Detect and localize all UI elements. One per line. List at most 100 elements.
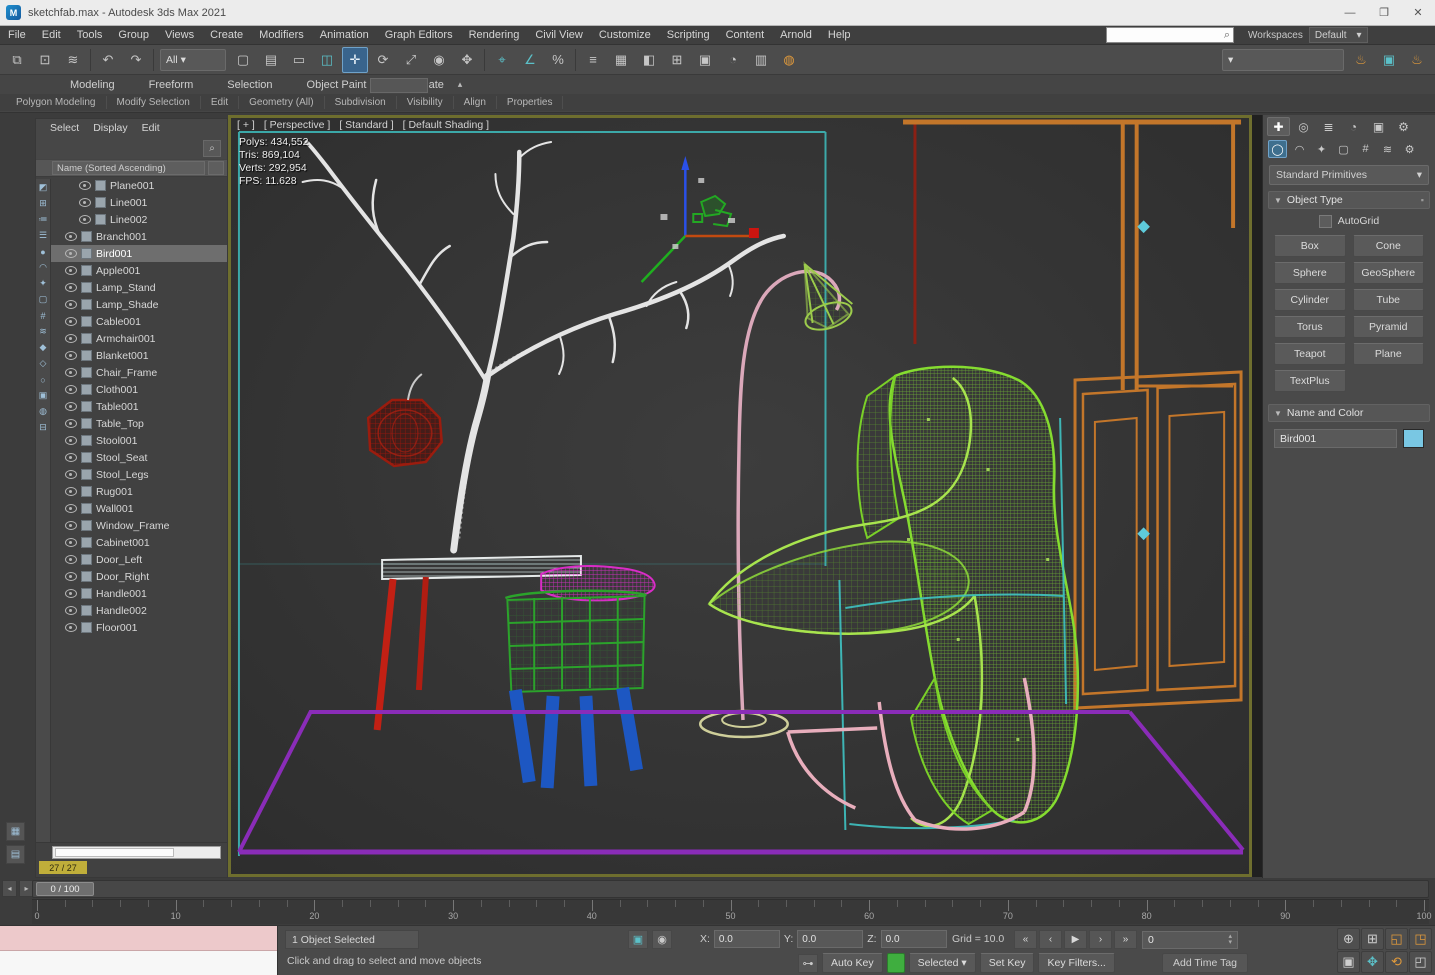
- snaps-toggle[interactable]: ⌖: [489, 47, 515, 73]
- explorer-filter-geometry[interactable]: ●: [37, 245, 50, 258]
- render-production[interactable]: ♨: [1404, 47, 1430, 73]
- explorer-row-stool_seat[interactable]: Stool_Seat: [51, 449, 227, 466]
- maximize-viewport-toggle-button[interactable]: ◰: [1409, 951, 1432, 973]
- ribbon-tab-object-paint[interactable]: Object Paint: [307, 79, 367, 91]
- explorer-row-plane001[interactable]: Plane001: [51, 177, 227, 194]
- maxscript-mini-listener[interactable]: [0, 926, 278, 975]
- add-time-tag-button[interactable]: Add Time Tag: [1162, 953, 1249, 973]
- explorer-row-lamp_shade[interactable]: Lamp_Shade: [51, 296, 227, 313]
- visibility-eye-icon[interactable]: [65, 589, 77, 598]
- rectangular-selection-region[interactable]: ▭: [286, 47, 312, 73]
- ribbon-tab-modeling[interactable]: Modeling: [70, 79, 115, 91]
- ribbon-tab-freeform[interactable]: Freeform: [149, 79, 194, 91]
- tab-display[interactable]: ▣: [1367, 117, 1390, 136]
- ribbon-tab-selection[interactable]: Selection: [227, 79, 272, 91]
- object-type-rollout-header[interactable]: ▼ Object Type ▪: [1268, 191, 1430, 209]
- ribbon-panel-subdivision[interactable]: Subdivision: [325, 96, 397, 109]
- visibility-eye-icon[interactable]: [65, 351, 77, 360]
- visibility-eye-icon[interactable]: [65, 368, 77, 377]
- menu-content[interactable]: Content: [718, 26, 773, 44]
- previous-frame-button[interactable]: ‹: [1039, 930, 1062, 949]
- visibility-eye-icon[interactable]: [65, 555, 77, 564]
- ribbon-panel-geometry-all-[interactable]: Geometry (All): [239, 96, 325, 109]
- visibility-eye-icon[interactable]: [79, 198, 91, 207]
- visibility-eye-icon[interactable]: [65, 334, 77, 343]
- explorer-filter-lights[interactable]: ✦: [37, 277, 50, 290]
- rendered-frame-window[interactable]: ▣: [1376, 47, 1402, 73]
- visibility-eye-icon[interactable]: [65, 504, 77, 513]
- explorer-row-cloth001[interactable]: Cloth001: [51, 381, 227, 398]
- primitive-button-sphere[interactable]: Sphere: [1274, 262, 1346, 284]
- primitive-button-cylinder[interactable]: Cylinder: [1274, 289, 1346, 311]
- set-key-button[interactable]: Set Key: [979, 953, 1035, 973]
- name-color-rollout-header[interactable]: ▼ Name and Color: [1268, 404, 1430, 422]
- autogrid-checkbox[interactable]: [1318, 214, 1332, 228]
- go-to-start-button[interactable]: «: [1014, 930, 1037, 949]
- select-and-manipulate[interactable]: ✥: [454, 47, 480, 73]
- viewport-scene-svg[interactable]: [231, 118, 1249, 874]
- coord-field-z[interactable]: 0.0: [880, 930, 947, 948]
- tab-utilities[interactable]: ⚙: [1392, 117, 1415, 136]
- isolate-selection-toggle[interactable]: ▣: [628, 930, 648, 949]
- zoom-region-button[interactable]: ▣: [1337, 951, 1360, 973]
- go-to-end-button[interactable]: »: [1114, 930, 1137, 949]
- primitive-button-geosphere[interactable]: GeoSphere: [1352, 262, 1424, 284]
- primitive-button-cone[interactable]: Cone: [1352, 235, 1424, 257]
- select-by-name[interactable]: ▤: [258, 47, 284, 73]
- orbit-viewport-button[interactable]: ⟲: [1385, 951, 1408, 973]
- menu-views[interactable]: Views: [157, 26, 202, 44]
- docked-panel-icon-1[interactable]: ▦: [6, 822, 25, 841]
- explorer-filter-materials[interactable]: ◍: [37, 405, 50, 418]
- explorer-row-table_top[interactable]: Table_Top: [51, 415, 227, 432]
- menu-create[interactable]: Create: [202, 26, 251, 44]
- menu-rendering[interactable]: Rendering: [461, 26, 528, 44]
- selection-filter-dropdown[interactable]: All ▾: [160, 48, 226, 71]
- explorer-search-icon[interactable]: ⌕: [203, 139, 221, 157]
- object-color-swatch[interactable]: [1403, 429, 1424, 448]
- toggle-scene-explorer[interactable]: ⊞: [664, 47, 690, 73]
- menu-scripting[interactable]: Scripting: [659, 26, 718, 44]
- ribbon-collapse-icon[interactable]: ▴: [452, 78, 468, 91]
- render-setup[interactable]: ♨: [1348, 47, 1374, 73]
- visibility-eye-icon[interactable]: [65, 453, 77, 462]
- tab-modify[interactable]: ◎: [1292, 117, 1315, 136]
- ribbon-panel-modify-selection[interactable]: Modify Selection: [107, 96, 201, 109]
- ribbon-panel-edit[interactable]: Edit: [201, 96, 240, 109]
- visibility-eye-icon[interactable]: [79, 181, 91, 190]
- explorer-filter-frozen[interactable]: ⊟: [37, 421, 50, 434]
- visibility-eye-icon[interactable]: [79, 215, 91, 224]
- visibility-eye-icon[interactable]: [65, 300, 77, 309]
- explorer-row-table001[interactable]: Table001: [51, 398, 227, 415]
- track-bar-ruler[interactable]: 0 10 20 30 40 50 60 70 80 90 100: [32, 899, 1432, 924]
- menu-arnold[interactable]: Arnold: [772, 26, 820, 44]
- explorer-filter-shapes[interactable]: ◠: [37, 261, 50, 274]
- minimize-button[interactable]: —: [1333, 0, 1367, 25]
- menu-edit[interactable]: Edit: [34, 26, 69, 44]
- search-box[interactable]: ⌕: [1106, 27, 1234, 43]
- unlink-selection[interactable]: ⊡: [32, 47, 58, 73]
- explorer-filter-cameras[interactable]: ▢: [37, 293, 50, 306]
- primitive-button-torus[interactable]: Torus: [1274, 316, 1346, 338]
- maximize-button[interactable]: ❐: [1367, 0, 1401, 25]
- explorer-row-cable001[interactable]: Cable001: [51, 313, 227, 330]
- docked-panel-icon-2[interactable]: ▤: [6, 845, 25, 864]
- visibility-eye-icon[interactable]: [65, 385, 77, 394]
- category-helpers[interactable]: #: [1356, 140, 1375, 158]
- workspace-dropdown[interactable]: Default ▾: [1308, 27, 1368, 43]
- column-header-aux[interactable]: [208, 161, 224, 175]
- explorer-display-menu[interactable]: ☰: [37, 229, 50, 242]
- current-frame-field[interactable]: 0 ▴ ▾: [1142, 930, 1238, 949]
- explorer-menu-select[interactable]: Select: [50, 122, 79, 134]
- key-mode-indicator[interactable]: [886, 953, 905, 973]
- explorer-row-window_frame[interactable]: Window_Frame: [51, 517, 227, 534]
- explorer-filter-groups[interactable]: ◆: [37, 341, 50, 354]
- explorer-row-stool_legs[interactable]: Stool_Legs: [51, 466, 227, 483]
- ribbon-panel-visibility[interactable]: Visibility: [397, 96, 454, 109]
- visibility-eye-icon[interactable]: [65, 436, 77, 445]
- zoom-button[interactable]: ⊕: [1337, 928, 1360, 950]
- zoom-extents-all-button[interactable]: ◳: [1409, 928, 1432, 950]
- menu-civil-view[interactable]: Civil View: [527, 26, 590, 44]
- object-name-field[interactable]: Bird001: [1274, 429, 1397, 448]
- menu-tools[interactable]: Tools: [69, 26, 111, 44]
- explorer-sort-hierarchy[interactable]: ◩: [37, 181, 50, 194]
